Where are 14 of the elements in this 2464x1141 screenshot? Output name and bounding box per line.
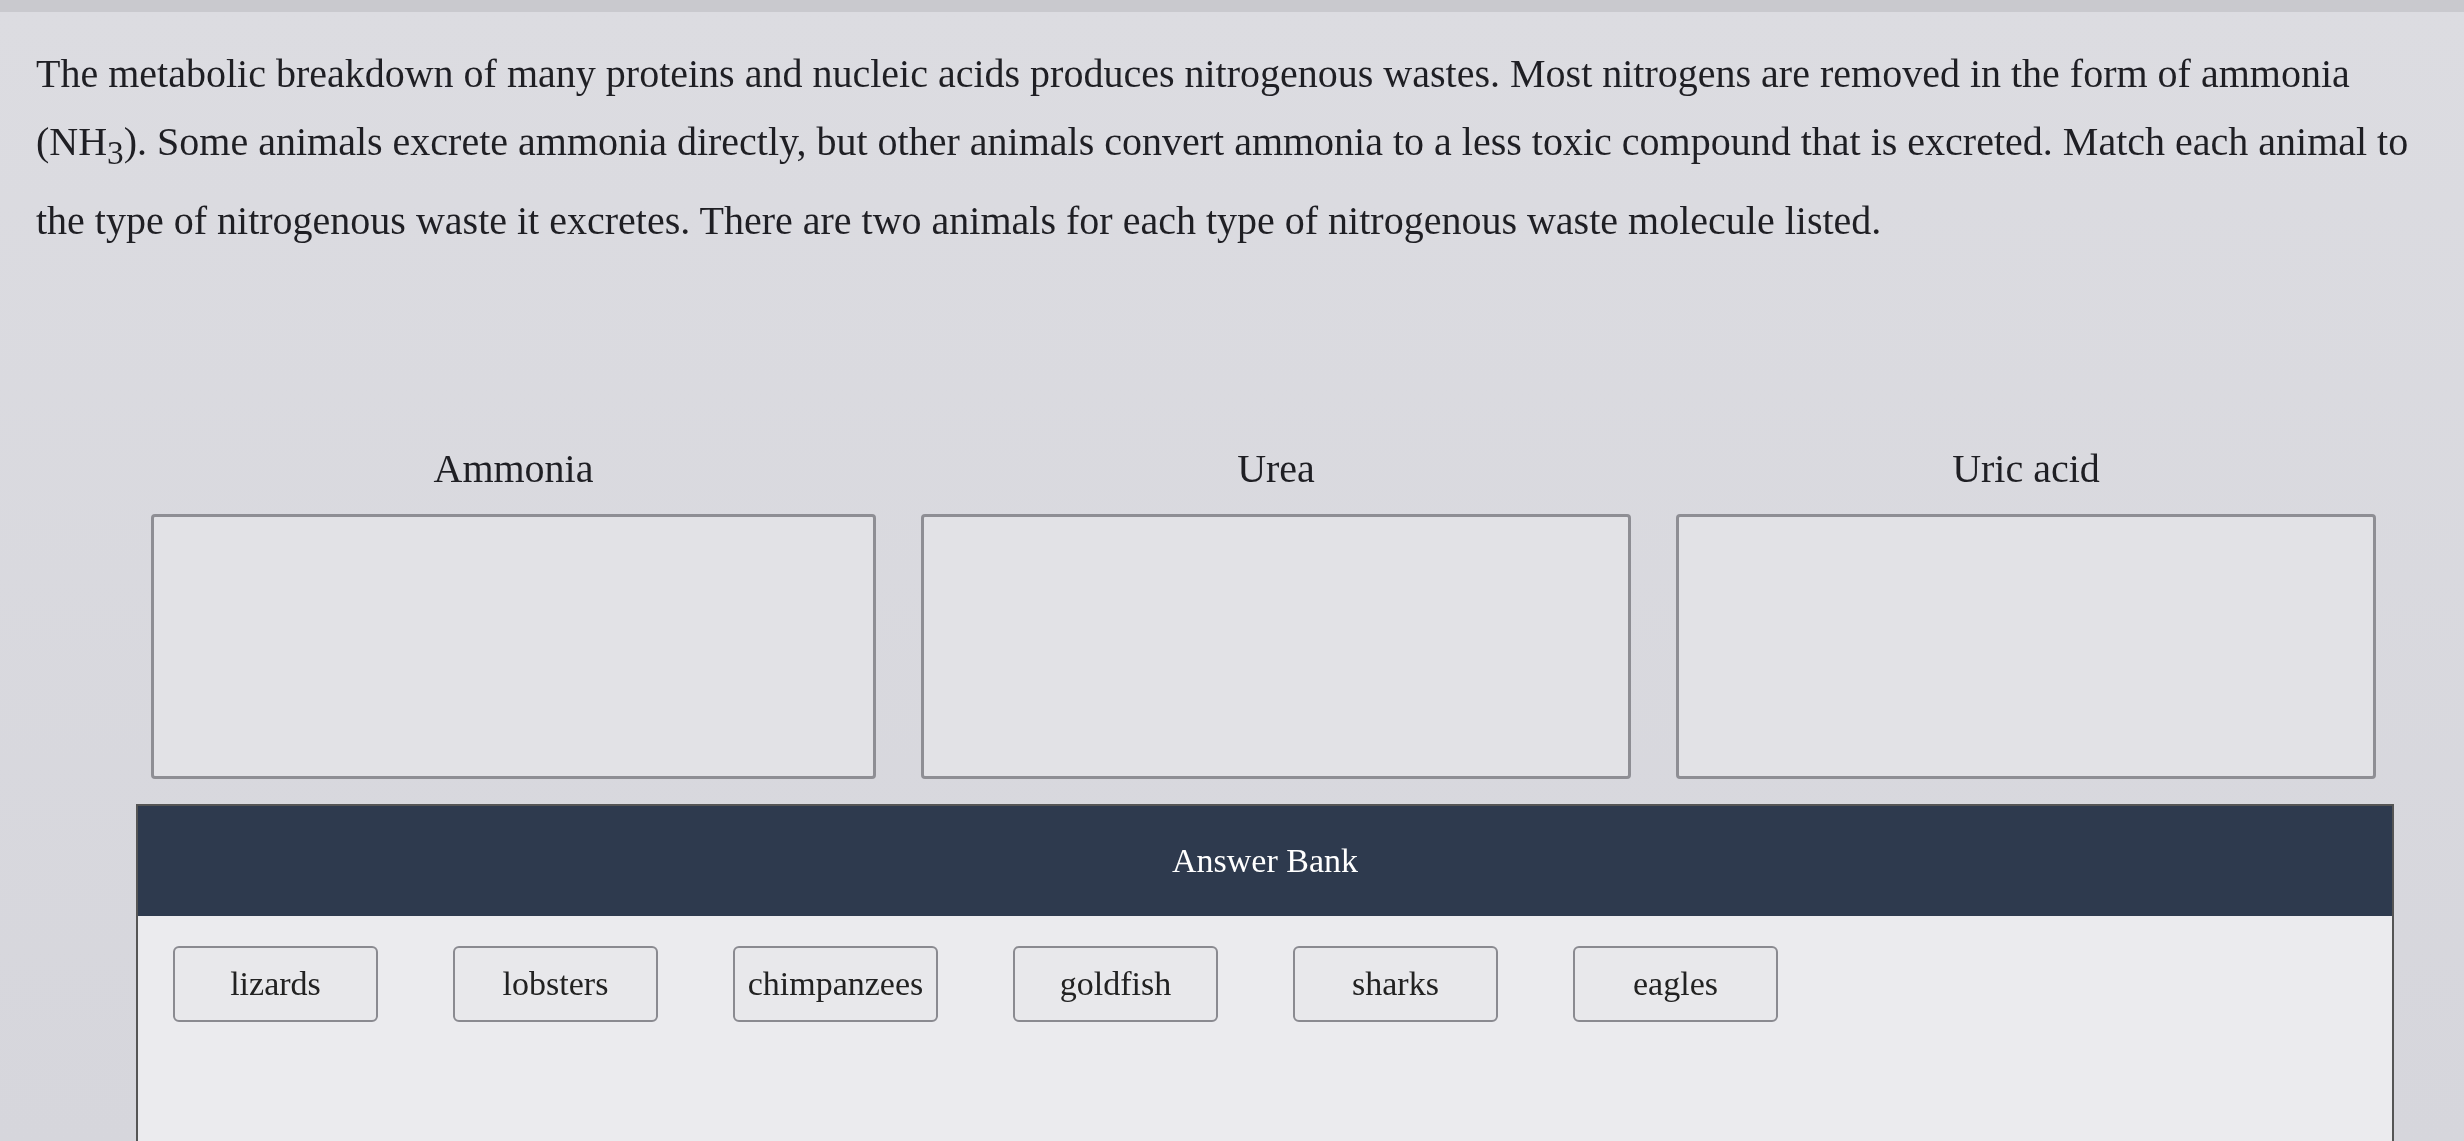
answer-chip[interactable]: sharks — [1293, 946, 1498, 1022]
answer-chip[interactable]: lizards — [173, 946, 378, 1022]
answer-chip[interactable]: eagles — [1573, 946, 1778, 1022]
answer-chip[interactable]: chimpanzees — [733, 946, 938, 1022]
category-label: Urea — [1237, 445, 1315, 492]
answer-bank-header: Answer Bank — [138, 806, 2392, 916]
category-label: Uric acid — [1952, 445, 2100, 492]
drop-zone[interactable] — [1676, 514, 2376, 779]
answer-chip[interactable]: lobsters — [453, 946, 658, 1022]
drop-zone[interactable] — [151, 514, 876, 779]
category-label: Ammonia — [433, 445, 594, 492]
question-text: The metabolic breakdown of many proteins and nucleic acids produces nitrogenous wastes. Most nitrogens are removed in the form of ammonia (NH$_{3}$). Some animals excrete ammonia directly, but other animals convert ammonia to a less toxic compound that is excreted. Match each animal to the type of nitrogenous waste it excretes. There are two animals for each type of nitrogenous waste molecule listed. — [36, 50, 2410, 245]
drop-zone[interactable] — [921, 514, 1631, 779]
answer-chip[interactable]: goldfish — [1013, 946, 1218, 1022]
